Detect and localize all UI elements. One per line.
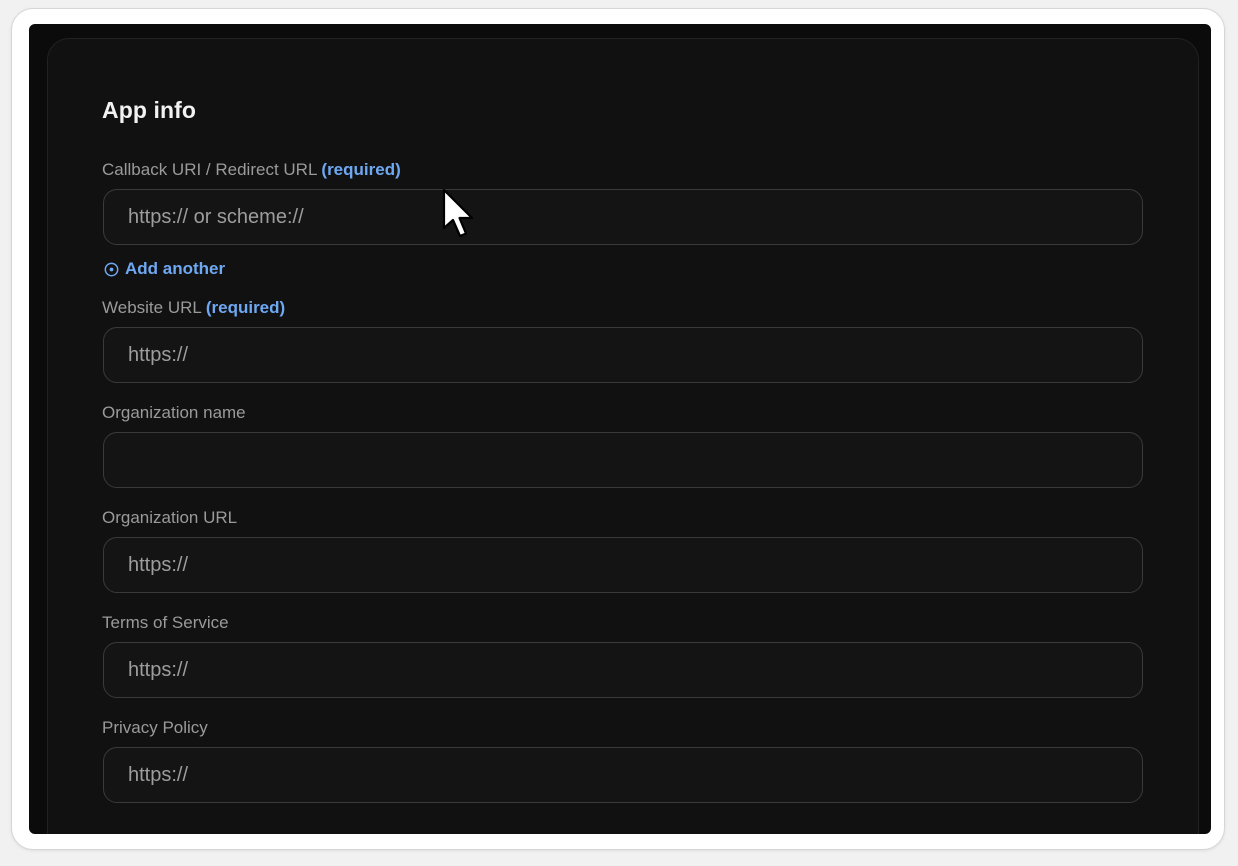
callback-url-label: Callback URI / Redirect URL (required) bbox=[102, 160, 401, 180]
website-url-input[interactable] bbox=[103, 327, 1143, 383]
device-frame: App info Callback URI / Redirect URL (req… bbox=[11, 8, 1225, 850]
organization-url-input[interactable] bbox=[103, 537, 1143, 593]
mouse-pointer-icon bbox=[442, 188, 474, 238]
callback-url-required-tag: (required) bbox=[321, 160, 401, 179]
organization-url-label: Organization URL bbox=[102, 508, 238, 527]
terms-of-service-input[interactable] bbox=[103, 642, 1143, 698]
add-another-link[interactable]: Add another bbox=[104, 259, 225, 279]
organization-name-input[interactable] bbox=[103, 432, 1143, 488]
app-info-card: App info Callback URI / Redirect URL (req… bbox=[47, 38, 1199, 834]
section-title: App info bbox=[102, 97, 197, 123]
callback-url-input[interactable] bbox=[103, 189, 1143, 245]
screen: App info Callback URI / Redirect URL (req… bbox=[29, 24, 1211, 834]
website-url-label-text: Website URL bbox=[102, 298, 202, 317]
callback-url-label-text: Callback URI / Redirect URL bbox=[102, 160, 318, 179]
plus-circle-icon bbox=[104, 262, 119, 276]
privacy-policy-label: Privacy Policy bbox=[102, 718, 208, 737]
website-url-required-tag: (required) bbox=[205, 298, 286, 317]
add-another-label: Add another bbox=[125, 259, 226, 278]
organization-name-label: Organization name bbox=[102, 403, 246, 422]
website-url-label: Website URL (required) bbox=[102, 298, 285, 318]
terms-of-service-label: Terms of Service bbox=[102, 613, 229, 632]
privacy-policy-input[interactable] bbox=[103, 747, 1143, 803]
